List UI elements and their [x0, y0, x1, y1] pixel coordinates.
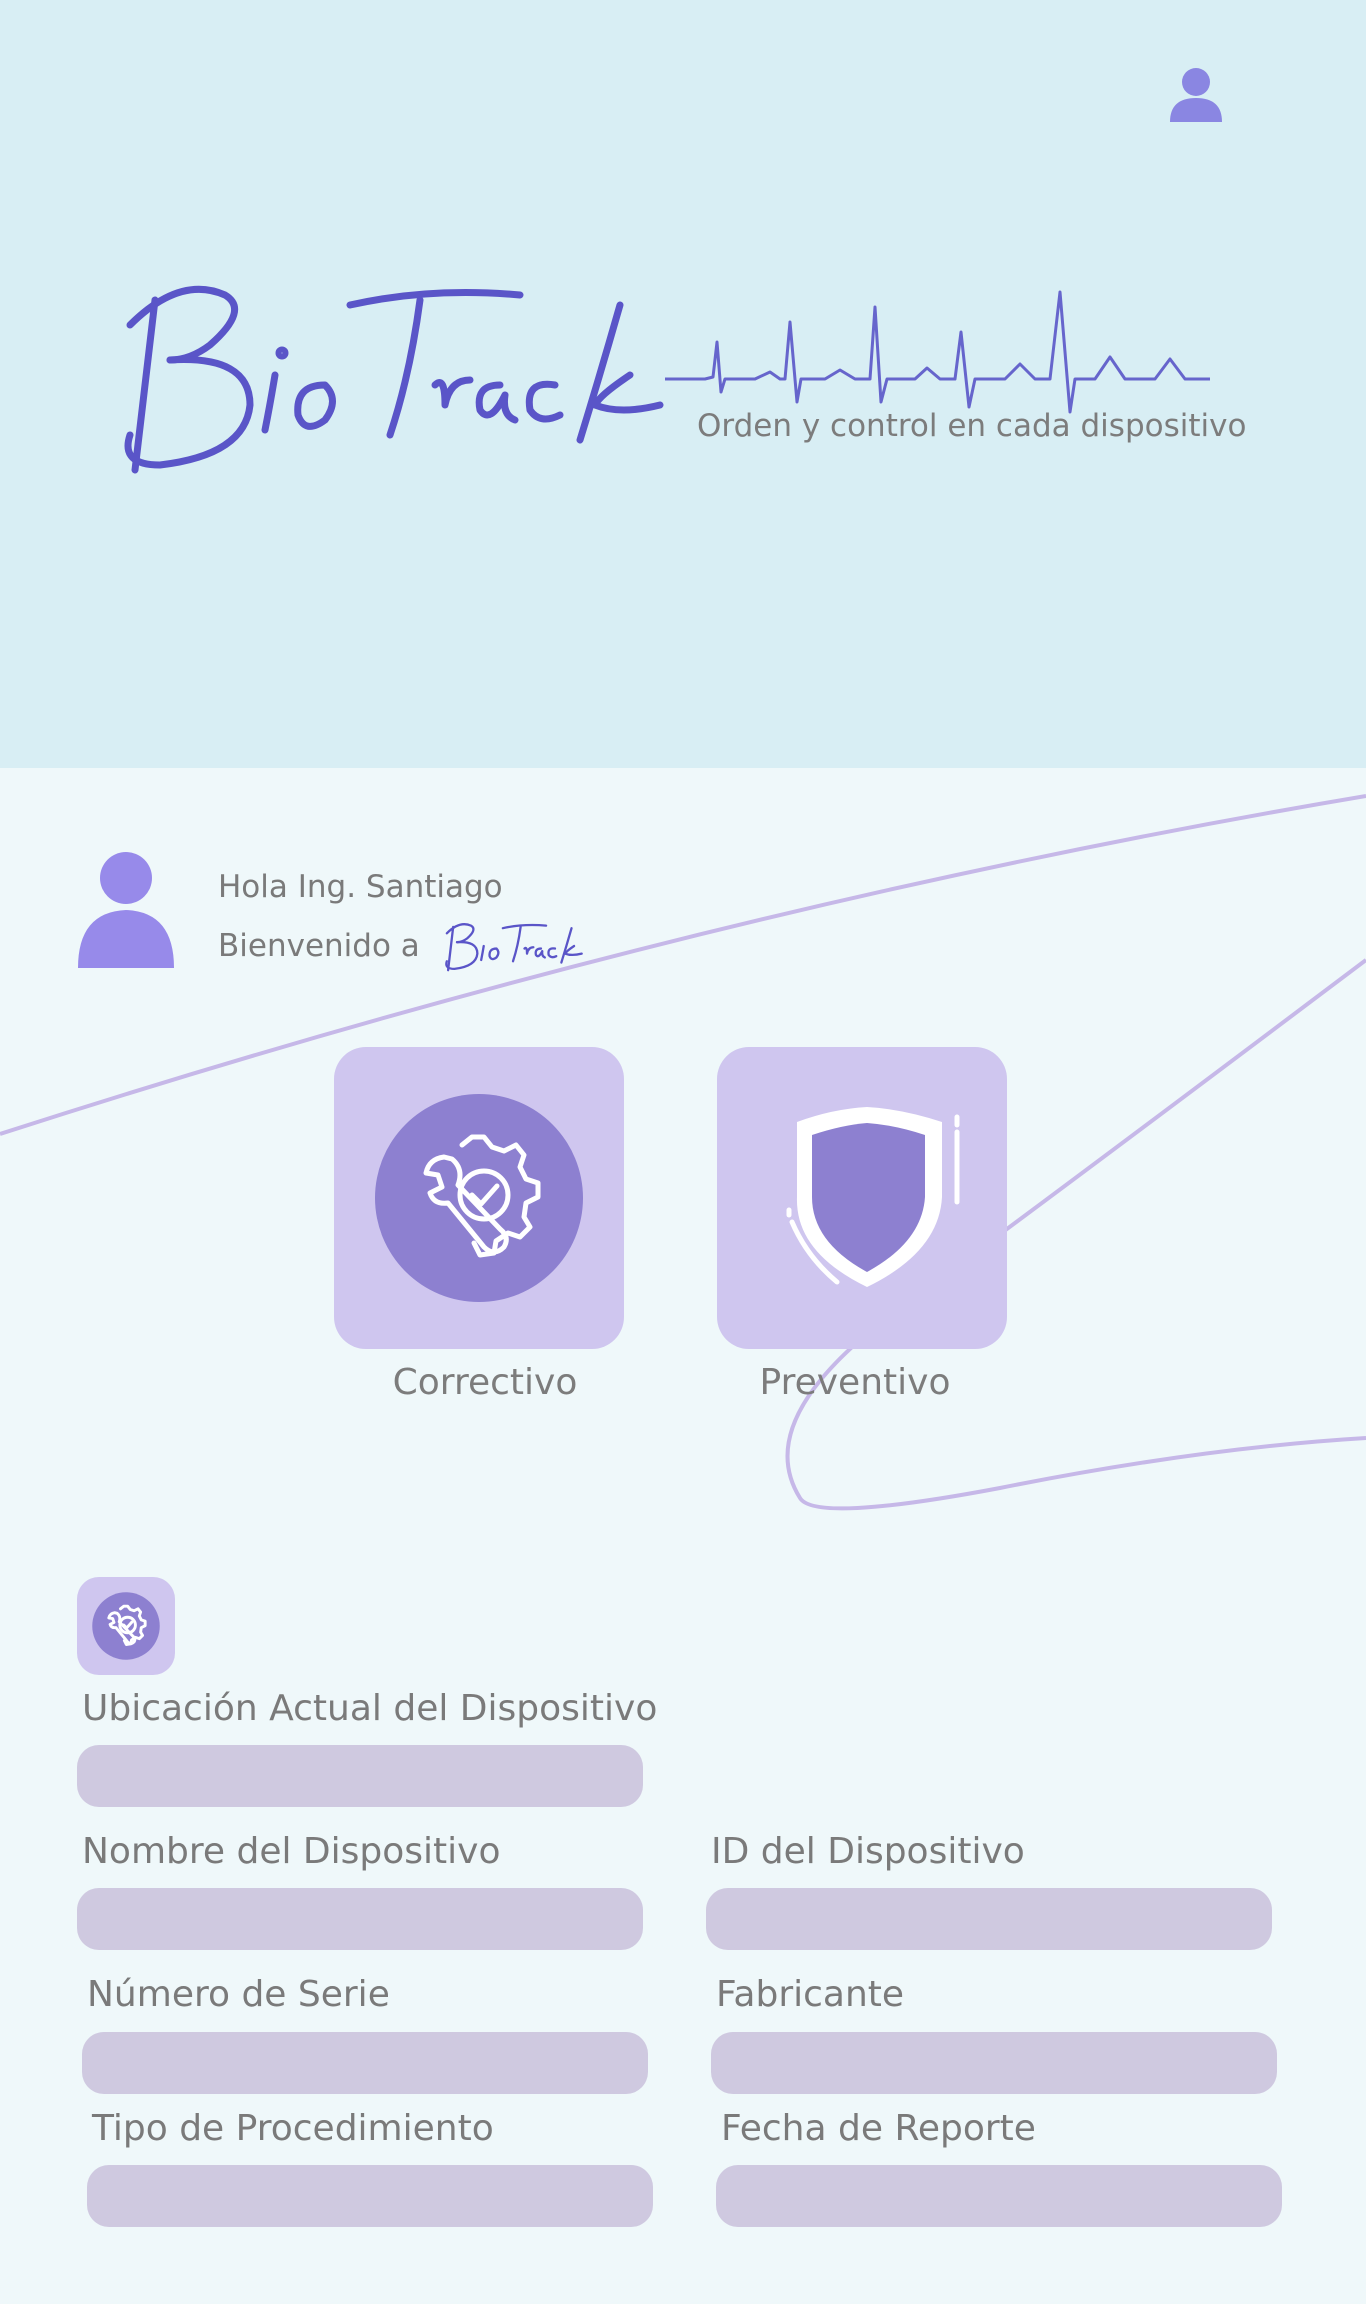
device-id-input[interactable] — [706, 1888, 1272, 1950]
brand-tagline: Orden y control en cada dispositivo — [697, 408, 1247, 444]
shield-icon — [786, 1107, 960, 1287]
preventive-button[interactable] — [717, 1047, 1007, 1349]
procedure-type-label: Tipo de Procedimiento — [92, 2108, 494, 2149]
manufacturer-input[interactable] — [711, 2032, 1277, 2094]
manufacturer-label: Fabricante — [716, 1974, 905, 2015]
procedure-type-input[interactable] — [87, 2165, 653, 2227]
serial-number-input[interactable] — [82, 2032, 648, 2094]
greeting-hello: Hola Ing. Santiago — [218, 869, 503, 905]
location-input[interactable] — [77, 1745, 643, 1807]
corrective-label: Correctivo — [392, 1362, 578, 1403]
device-name-label: Nombre del Dispositivo — [82, 1831, 501, 1872]
corrective-mini-icon[interactable] — [77, 1577, 175, 1675]
brand-logo-small — [444, 923, 583, 972]
gear-wrench-check-icon — [92, 1592, 160, 1660]
corrective-button[interactable] — [334, 1047, 624, 1349]
report-date-input[interactable] — [716, 2165, 1282, 2227]
ecg-line — [665, 262, 1210, 414]
device-name-input[interactable] — [77, 1888, 643, 1950]
report-date-label: Fecha de Reporte — [721, 2108, 1036, 2149]
user-avatar-icon — [74, 850, 178, 974]
gear-wrench-check-icon — [375, 1094, 583, 1302]
serial-number-label: Número de Serie — [87, 1974, 390, 2015]
user-profile-icon[interactable] — [1160, 62, 1232, 134]
location-label: Ubicación Actual del Dispositivo — [82, 1688, 658, 1729]
greeting-welcome: Bienvenido a — [218, 918, 598, 974]
brand-logo — [100, 265, 680, 485]
hero-header: Orden y control en cada dispositivo — [0, 0, 1366, 768]
device-id-label: ID del Dispositivo — [711, 1831, 1025, 1872]
welcome-prefix: Bienvenido a — [218, 928, 420, 964]
preventive-label: Preventivo — [759, 1362, 951, 1403]
